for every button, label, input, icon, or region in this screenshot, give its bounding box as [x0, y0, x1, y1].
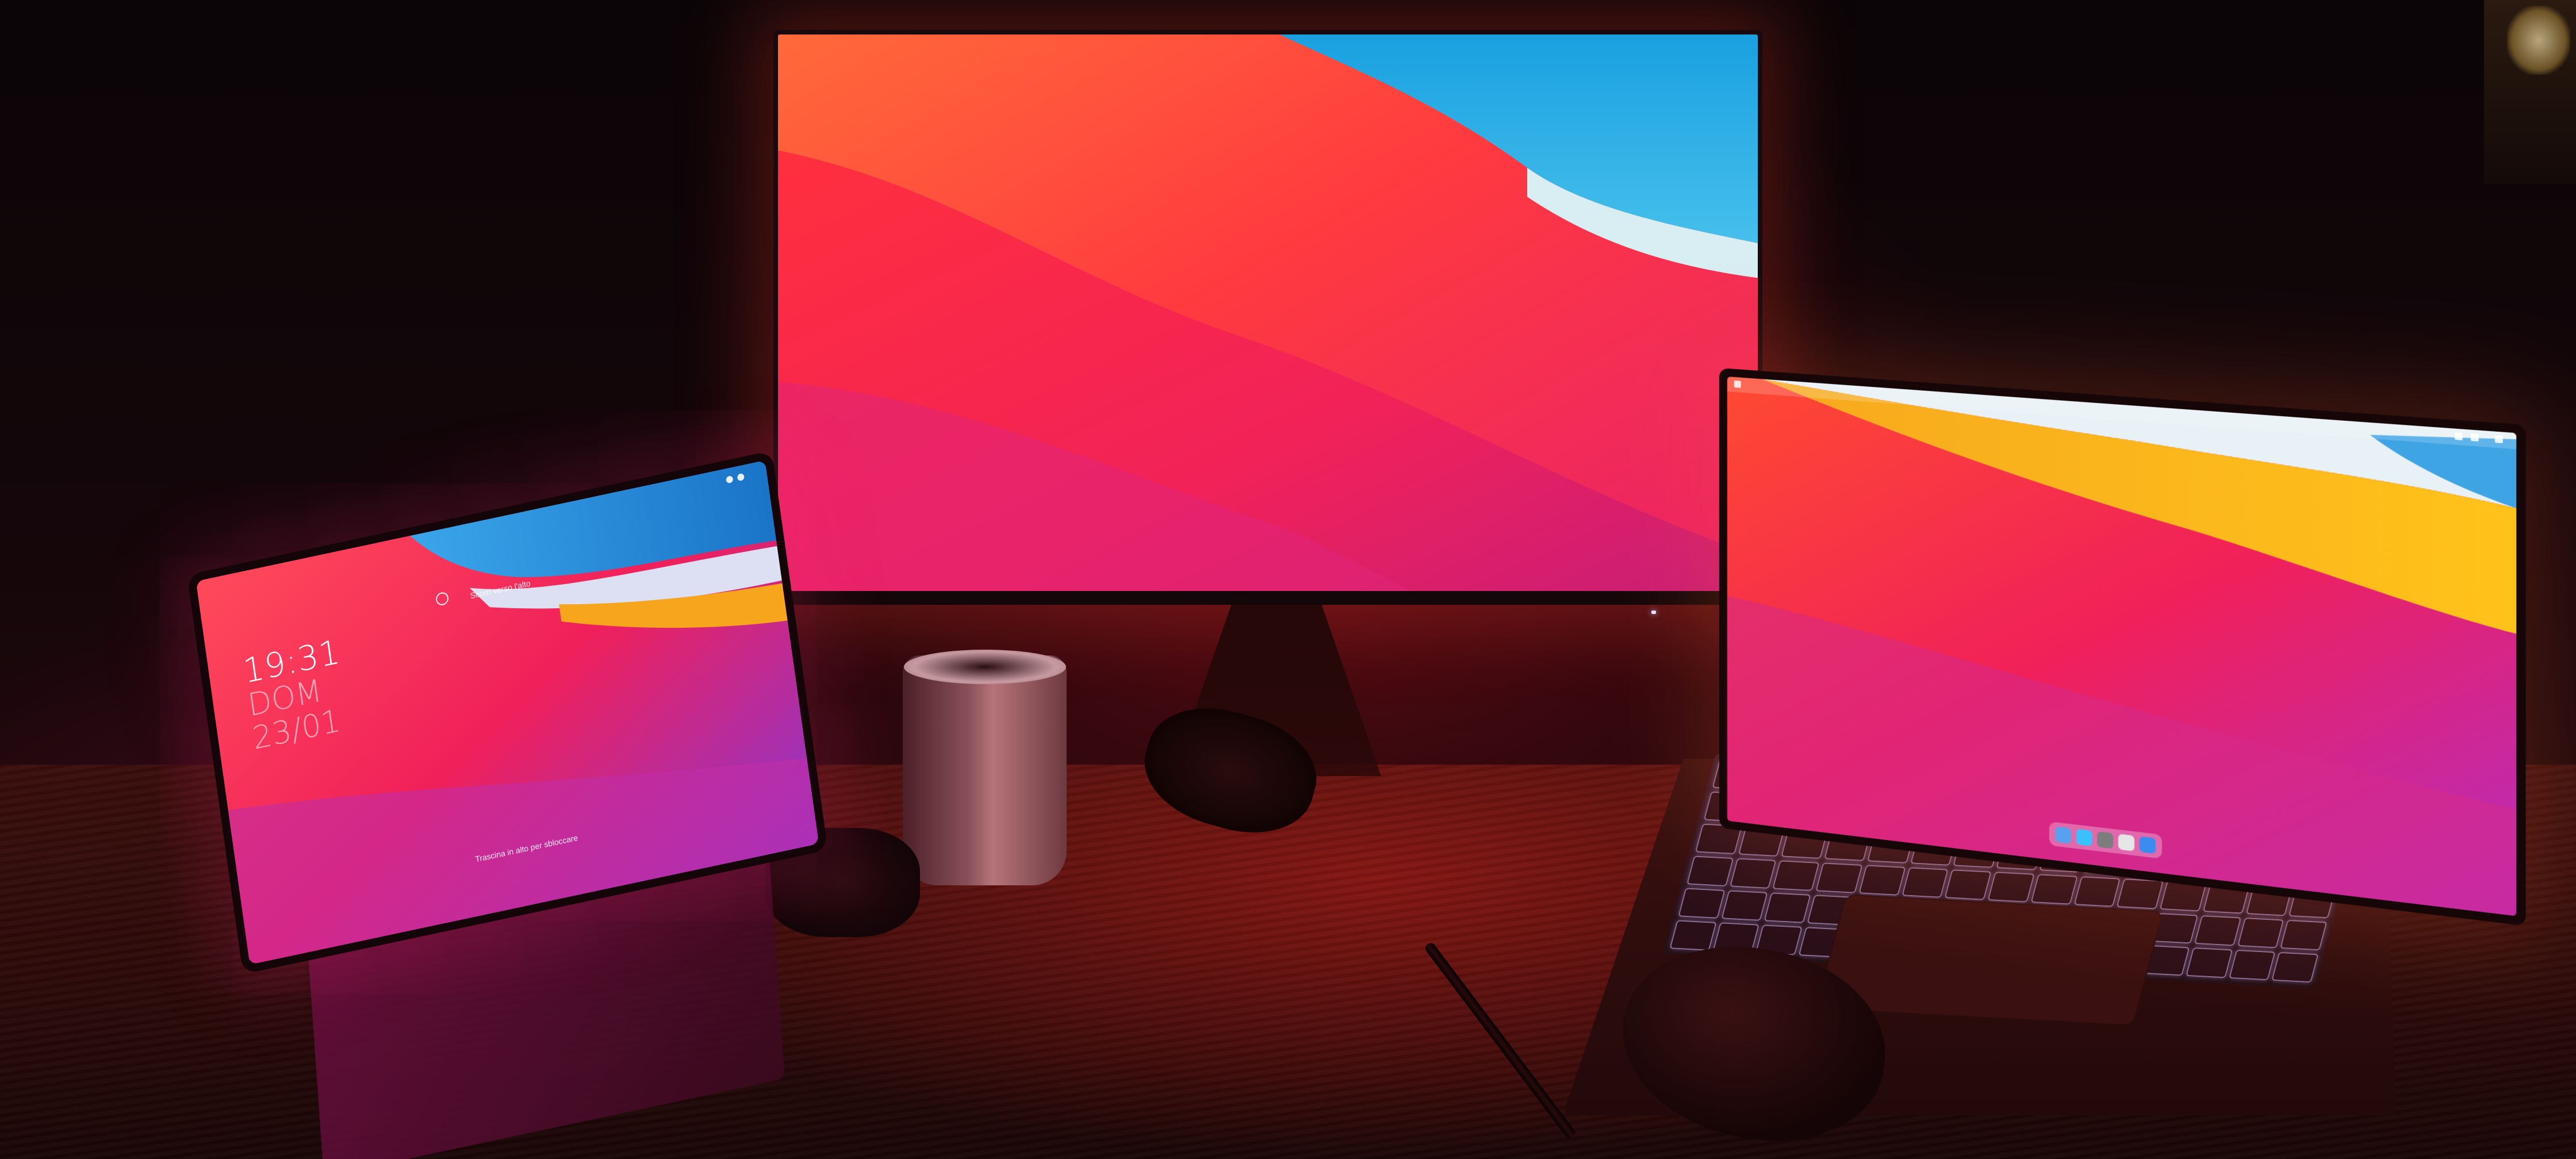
laptop-display [1719, 368, 2526, 926]
wifi-icon[interactable] [2455, 432, 2463, 440]
keyboard-key[interactable] [1669, 920, 1716, 951]
battery-icon[interactable] [2471, 433, 2479, 442]
keyboard-key[interactable] [1686, 855, 1734, 886]
keyboard-key[interactable] [2280, 920, 2327, 951]
keyboard-key[interactable] [1721, 890, 1768, 921]
keyboard-key[interactable] [2237, 918, 2284, 949]
keyboard-key[interactable] [1858, 865, 1906, 896]
big-sur-wallpaper [778, 34, 1758, 591]
shelf-corner [2484, 0, 2576, 184]
keyboard-key[interactable] [2186, 947, 2233, 978]
keyboard-key[interactable] [1815, 862, 1862, 893]
apple-icon[interactable] [1734, 381, 1741, 388]
monitor-power-led [1651, 611, 1656, 614]
keyboard-key[interactable] [1988, 872, 2035, 903]
dock-settings-icon[interactable] [2097, 831, 2113, 849]
keyboard-key[interactable] [1945, 869, 1992, 900]
battery-icon [737, 473, 745, 481]
keyboard-key[interactable] [1678, 888, 1725, 919]
dock-finder-icon[interactable] [2056, 826, 2072, 843]
monitor-screen [778, 34, 1758, 591]
laptop-screen [1727, 377, 2516, 916]
dock-safari-icon[interactable] [2076, 829, 2092, 846]
desk-setup-scene: Scorri verso l'alto 19:31 DOM 23/01 Tras… [0, 0, 2576, 1159]
shelf-light [2507, 6, 2570, 75]
keyboard-key[interactable] [2030, 874, 2077, 905]
keyboard-key[interactable] [1764, 892, 1811, 923]
control-center-icon[interactable] [2495, 435, 2503, 443]
dock-app-icon[interactable] [2118, 834, 2134, 851]
keyboard-key[interactable] [2117, 878, 2164, 909]
keyboard-key[interactable] [2073, 876, 2121, 907]
coffee-mug [903, 655, 1067, 885]
keyboard-key[interactable] [1902, 867, 1949, 898]
dock-appstore-icon[interactable] [2140, 836, 2156, 854]
lock-clock: 19:31 DOM 23/01 [241, 634, 352, 755]
wifi-icon [726, 475, 733, 483]
external-monitor [773, 30, 1762, 605]
mug-rim [904, 650, 1066, 684]
keyboard-key[interactable] [2229, 950, 2276, 981]
keyboard-key[interactable] [1773, 860, 1820, 891]
monitor-chin [773, 591, 1762, 605]
keyboard-key[interactable] [2271, 952, 2318, 983]
keyboard-key[interactable] [1730, 858, 1777, 889]
keyboard-key[interactable] [2194, 915, 2241, 946]
